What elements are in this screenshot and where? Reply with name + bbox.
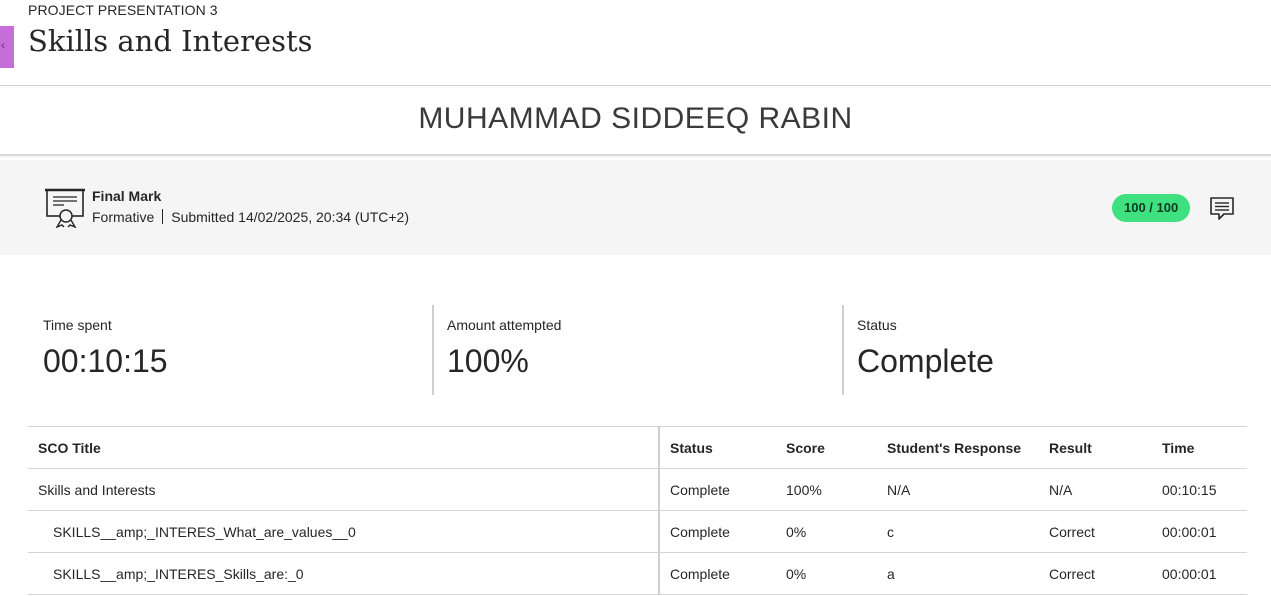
student-bar: MUHAMMAD SIDDEEQ RABIN [0,86,1271,156]
cell-result: Correct [1039,552,1152,595]
cell-score: 100% [776,468,877,511]
certificate-icon [45,188,85,228]
cell-sco-title: Skills and Interests [28,468,660,511]
grade-type: Formative [92,209,155,225]
course-color-tab[interactable]: ‹ [0,26,14,68]
grade-details: Formative Submitted 14/02/2025, 20:34 (UT… [92,209,409,225]
feedback-icon[interactable] [1209,195,1235,221]
cell-response: c [877,510,1039,553]
table-row: Skills and Interests Complete 100% N/A N… [28,468,1247,511]
cell-time: 00:10:15 [1152,468,1247,511]
cell-result: N/A [1039,468,1152,511]
cell-score: 0% [776,510,877,553]
score-pill[interactable]: 100 / 100 [1112,194,1191,222]
attempt-stats: Time spent 00:10:15 Amount attempted 100… [28,305,1271,395]
cell-time: 00:00:01 [1152,552,1247,595]
grade-panel: Final Mark Formative Submitted 14/02/2025… [0,160,1271,255]
submitted-date: Submitted 14/02/2025, 20:34 (UTC+2) [171,209,409,225]
table-row: SKILLS__amp;_INTERES_What_are_values__0 … [28,510,1247,553]
cell-time: 00:00:01 [1152,510,1247,553]
stat-value: Complete [857,343,994,379]
page-title: Skills and Interests [28,24,313,58]
stat-label: Amount attempted [447,317,562,333]
cell-status: Complete [659,552,776,595]
column-header: Status [659,426,776,469]
separator [162,209,164,224]
chevron-left-icon: ‹ [1,38,5,52]
cell-status: Complete [659,468,776,511]
table-row: SKILLS__amp;_INTERES_Skills_are:_0 Compl… [28,552,1247,595]
sco-table: SCO Title Status Score Student's Respons… [28,426,1247,595]
stat-label: Time spent [43,317,112,333]
stat-label: Status [857,317,897,333]
page-header: ‹ PROJECT PRESENTATION 3 Skills and Inte… [0,0,1271,86]
cell-score: 0% [776,552,877,595]
cell-sco-title: SKILLS__amp;_INTERES_What_are_values__0 [28,510,660,553]
stat-time-spent: Time spent 00:10:15 [28,305,434,395]
column-header: SCO Title [28,426,660,469]
cell-sco-title: SKILLS__amp;_INTERES_Skills_are:_0 [28,552,660,595]
final-mark-label: Final Mark [92,188,162,204]
column-header: Time [1152,426,1247,469]
cell-result: Correct [1039,510,1152,553]
column-header: Result [1039,426,1152,469]
stat-amount-attempted: Amount attempted 100% [432,305,844,395]
cell-response: a [877,552,1039,595]
column-header: Score [776,426,877,469]
breadcrumb[interactable]: PROJECT PRESENTATION 3 [28,2,218,18]
student-name: MUHAMMAD SIDDEEQ RABIN [418,102,853,135]
stat-value: 100% [447,343,529,379]
cell-response: N/A [877,468,1039,511]
table-header-row: SCO Title Status Score Student's Respons… [28,426,1247,469]
column-header: Student's Response [877,426,1039,469]
stat-status: Status Complete [842,305,1242,395]
stat-value: 00:10:15 [43,343,168,379]
cell-status: Complete [659,510,776,553]
